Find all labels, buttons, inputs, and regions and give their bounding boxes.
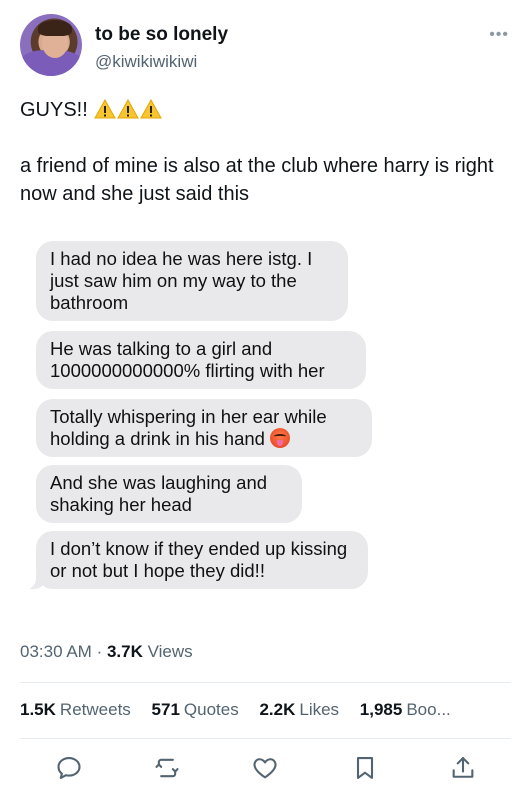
like-icon[interactable] <box>251 754 279 782</box>
warning-emoji-group <box>93 99 163 121</box>
share-icon[interactable] <box>449 754 477 782</box>
chat-bubble: I had no idea he was here istg. I just s… <box>36 241 348 321</box>
retweets-label: Retweets <box>59 700 131 719</box>
reply-icon[interactable] <box>55 754 83 782</box>
bookmarks-label: Boo... <box>406 700 451 719</box>
user-handle[interactable]: @kiwikiwikiwi <box>95 52 197 72</box>
views-label: Views <box>147 642 193 661</box>
divider <box>20 738 511 739</box>
likes-stat[interactable]: 2.2K Likes <box>259 700 339 719</box>
retweets-count: 1.5K <box>20 700 56 719</box>
display-name[interactable]: to be so lonely <box>95 24 228 46</box>
action-bar <box>0 754 531 788</box>
warning-icon <box>94 99 117 119</box>
bookmarks-count: 1,985 <box>359 700 403 719</box>
quotes-label: Quotes <box>183 700 239 719</box>
views-count: 3.7K <box>106 642 143 661</box>
tweet-time[interactable]: 03:30 AM <box>20 642 92 661</box>
tweet-text-guys: GUYS!! <box>20 99 88 121</box>
meta-separator: · <box>96 642 103 661</box>
likes-count: 2.2K <box>259 700 296 719</box>
bubble-tail <box>26 575 46 589</box>
quotes-count: 571 <box>151 700 180 719</box>
likes-label: Likes <box>299 700 340 719</box>
chat-bubble: I don’t know if they ended up kissing or… <box>26 531 368 589</box>
chat-bubble-text: He was talking to a girl and 10000000000… <box>50 338 325 381</box>
retweet-icon[interactable] <box>153 754 181 782</box>
chat-bubble-text: I had no idea he was here istg. I just s… <box>50 248 313 313</box>
tweet-header: to be so lonely @kiwikiwikiwi ••• <box>20 14 511 78</box>
chat-bubble-text: I don’t know if they ended up kissing or… <box>50 538 348 581</box>
retweets-stat[interactable]: 1.5K Retweets <box>20 700 131 719</box>
chat-bubble-text: And she was laughing and shaking her hea… <box>50 472 268 515</box>
bookmarks-stat[interactable]: 1,985 Boo... <box>360 700 451 719</box>
chat-bubble: Totally whispering in her ear while hold… <box>36 399 372 457</box>
hot-face-emoji-icon <box>270 428 291 448</box>
tweet-stats: 1.5K Retweets 571 Quotes 2.2K Likes 1,985 Bo… <box>20 700 511 720</box>
bookmark-icon[interactable] <box>351 754 379 782</box>
more-horizontal-icon[interactable]: ••• <box>489 26 509 44</box>
tweet-text-line1: GUYS!! <box>20 96 163 124</box>
warning-icon <box>117 99 140 119</box>
tweet-meta: 03:30 AM · 3.7K Views <box>20 642 193 662</box>
warning-icon <box>140 99 163 119</box>
quotes-stat[interactable]: 571 Quotes <box>152 700 239 719</box>
divider <box>20 682 511 683</box>
avatar[interactable] <box>20 14 82 76</box>
tweet-text-line2: a friend of mine is also at the club whe… <box>20 155 494 205</box>
chat-bubble: He was talking to a girl and 10000000000… <box>36 331 366 389</box>
chat-bubble: And she was laughing and shaking her hea… <box>36 465 302 523</box>
